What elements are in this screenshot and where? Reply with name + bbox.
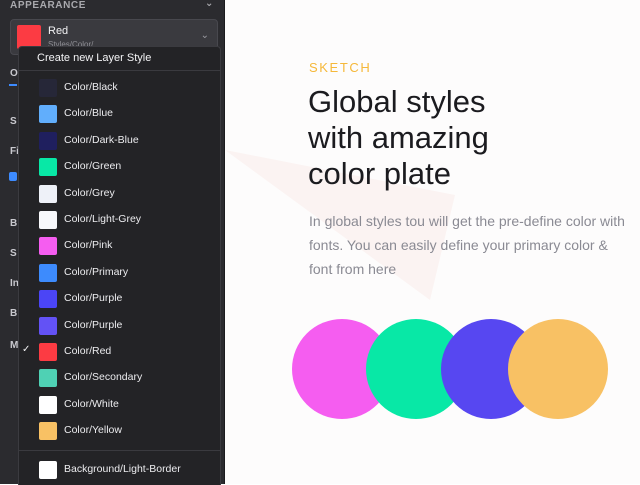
menu-item-label: Color/Purple bbox=[64, 318, 123, 331]
menu-item-color-purple[interactable]: Color/Purple bbox=[19, 286, 220, 312]
style-swatch bbox=[39, 131, 57, 150]
section-label: S bbox=[10, 116, 17, 127]
menu-divider bbox=[19, 450, 220, 451]
hero-headline: Global styles with amazing color plate bbox=[308, 84, 628, 192]
menu-item-color-red[interactable]: ✓ Color/Red bbox=[19, 339, 220, 365]
menu-item-color-primary[interactable]: Color/Primary bbox=[19, 260, 220, 286]
chevron-down-icon[interactable]: ⌄ bbox=[205, 0, 214, 9]
style-swatch bbox=[39, 316, 57, 335]
selected-style-name: Red bbox=[48, 25, 69, 37]
layer-style-menu: Create new Layer Style Color/Black Color/… bbox=[18, 46, 221, 485]
menu-item-color-light-grey[interactable]: Color/Light-Grey bbox=[19, 207, 220, 233]
style-swatch bbox=[39, 422, 57, 441]
menu-item-label: Color/Primary bbox=[64, 265, 129, 278]
menu-item-color-secondary[interactable]: Color/Secondary bbox=[19, 365, 220, 391]
style-swatch bbox=[39, 343, 57, 361]
menu-item-label: Color/Dark-Blue bbox=[64, 133, 139, 146]
menu-item-label: Color/Green bbox=[64, 160, 122, 173]
hero-description: In global styles tou will get the pre-de… bbox=[309, 213, 625, 277]
active-tab-indicator bbox=[9, 84, 17, 86]
section-label: S bbox=[10, 248, 17, 259]
style-swatch bbox=[39, 184, 57, 203]
create-layer-style-item[interactable]: Create new Layer Style bbox=[19, 47, 220, 69]
menu-item-color-white[interactable]: Color/White bbox=[19, 392, 220, 418]
menu-item-label: Color/Grey bbox=[64, 186, 115, 199]
style-swatch bbox=[39, 461, 57, 479]
menu-item-label: Color/Light-Grey bbox=[64, 213, 142, 225]
color-circle-yellow bbox=[508, 319, 608, 419]
style-swatch bbox=[39, 395, 57, 414]
menu-item-background-light-border[interactable]: Background/Light-Border bbox=[19, 457, 220, 483]
hero-kicker: SKETCH bbox=[309, 60, 372, 75]
menu-item-color-pink[interactable]: Color/Pink bbox=[19, 233, 220, 259]
menu-item-color-grey[interactable]: Color/Grey bbox=[19, 181, 220, 207]
menu-item-label: Color/Secondary bbox=[64, 371, 143, 384]
section-label: B bbox=[10, 218, 18, 229]
section-label: O bbox=[10, 68, 18, 79]
menu-item-label: Color/Pink bbox=[64, 239, 113, 252]
style-swatch bbox=[39, 105, 57, 124]
chevron-down-icon[interactable]: ⌄ bbox=[201, 30, 209, 41]
menu-item-color-purple[interactable]: Color/Purple bbox=[19, 313, 220, 339]
style-swatch bbox=[39, 290, 57, 309]
headline-line: with amazing bbox=[308, 120, 489, 155]
appearance-section-header[interactable]: APPEARANCE ⌄ bbox=[10, 0, 214, 12]
fill-checkbox[interactable] bbox=[9, 172, 17, 181]
checkmark-icon: ✓ bbox=[22, 344, 31, 355]
headline-line: Global styles bbox=[308, 84, 486, 119]
menu-item-color-blue[interactable]: Color/Blue bbox=[19, 101, 220, 127]
menu-item-label: Background/Light-Border bbox=[64, 463, 181, 475]
menu-item-label: Color/Purple bbox=[64, 292, 123, 305]
menu-item-color-green[interactable]: Color/Green bbox=[19, 154, 220, 180]
style-swatch bbox=[39, 237, 57, 256]
section-label: B bbox=[10, 308, 18, 319]
menu-item-label: Color/Yellow bbox=[64, 424, 122, 437]
menu-item-label: Color/Red bbox=[64, 345, 112, 357]
inspector-panel: APPEARANCE ⌄ Red Styles/Color/ ⌄ O S Fi … bbox=[0, 0, 225, 485]
section-title: APPEARANCE bbox=[10, 0, 87, 11]
style-swatch bbox=[39, 211, 57, 229]
menu-item-label: Color/Blue bbox=[64, 107, 114, 120]
hero-section: SKETCH Global styles with amazing color … bbox=[225, 0, 640, 484]
style-swatch bbox=[39, 369, 57, 388]
menu-divider bbox=[19, 70, 220, 71]
style-swatch bbox=[39, 263, 57, 282]
menu-item-label: Color/Black bbox=[64, 81, 118, 93]
style-swatch bbox=[39, 79, 57, 97]
style-swatch bbox=[39, 158, 57, 177]
menu-item-color-yellow[interactable]: Color/Yellow bbox=[19, 418, 220, 444]
headline-line: color plate bbox=[308, 156, 452, 191]
menu-item-color-dark-blue[interactable]: Color/Dark-Blue bbox=[19, 128, 220, 154]
menu-item-color-black[interactable]: Color/Black bbox=[19, 75, 220, 101]
menu-item-label: Color/White bbox=[64, 397, 119, 410]
